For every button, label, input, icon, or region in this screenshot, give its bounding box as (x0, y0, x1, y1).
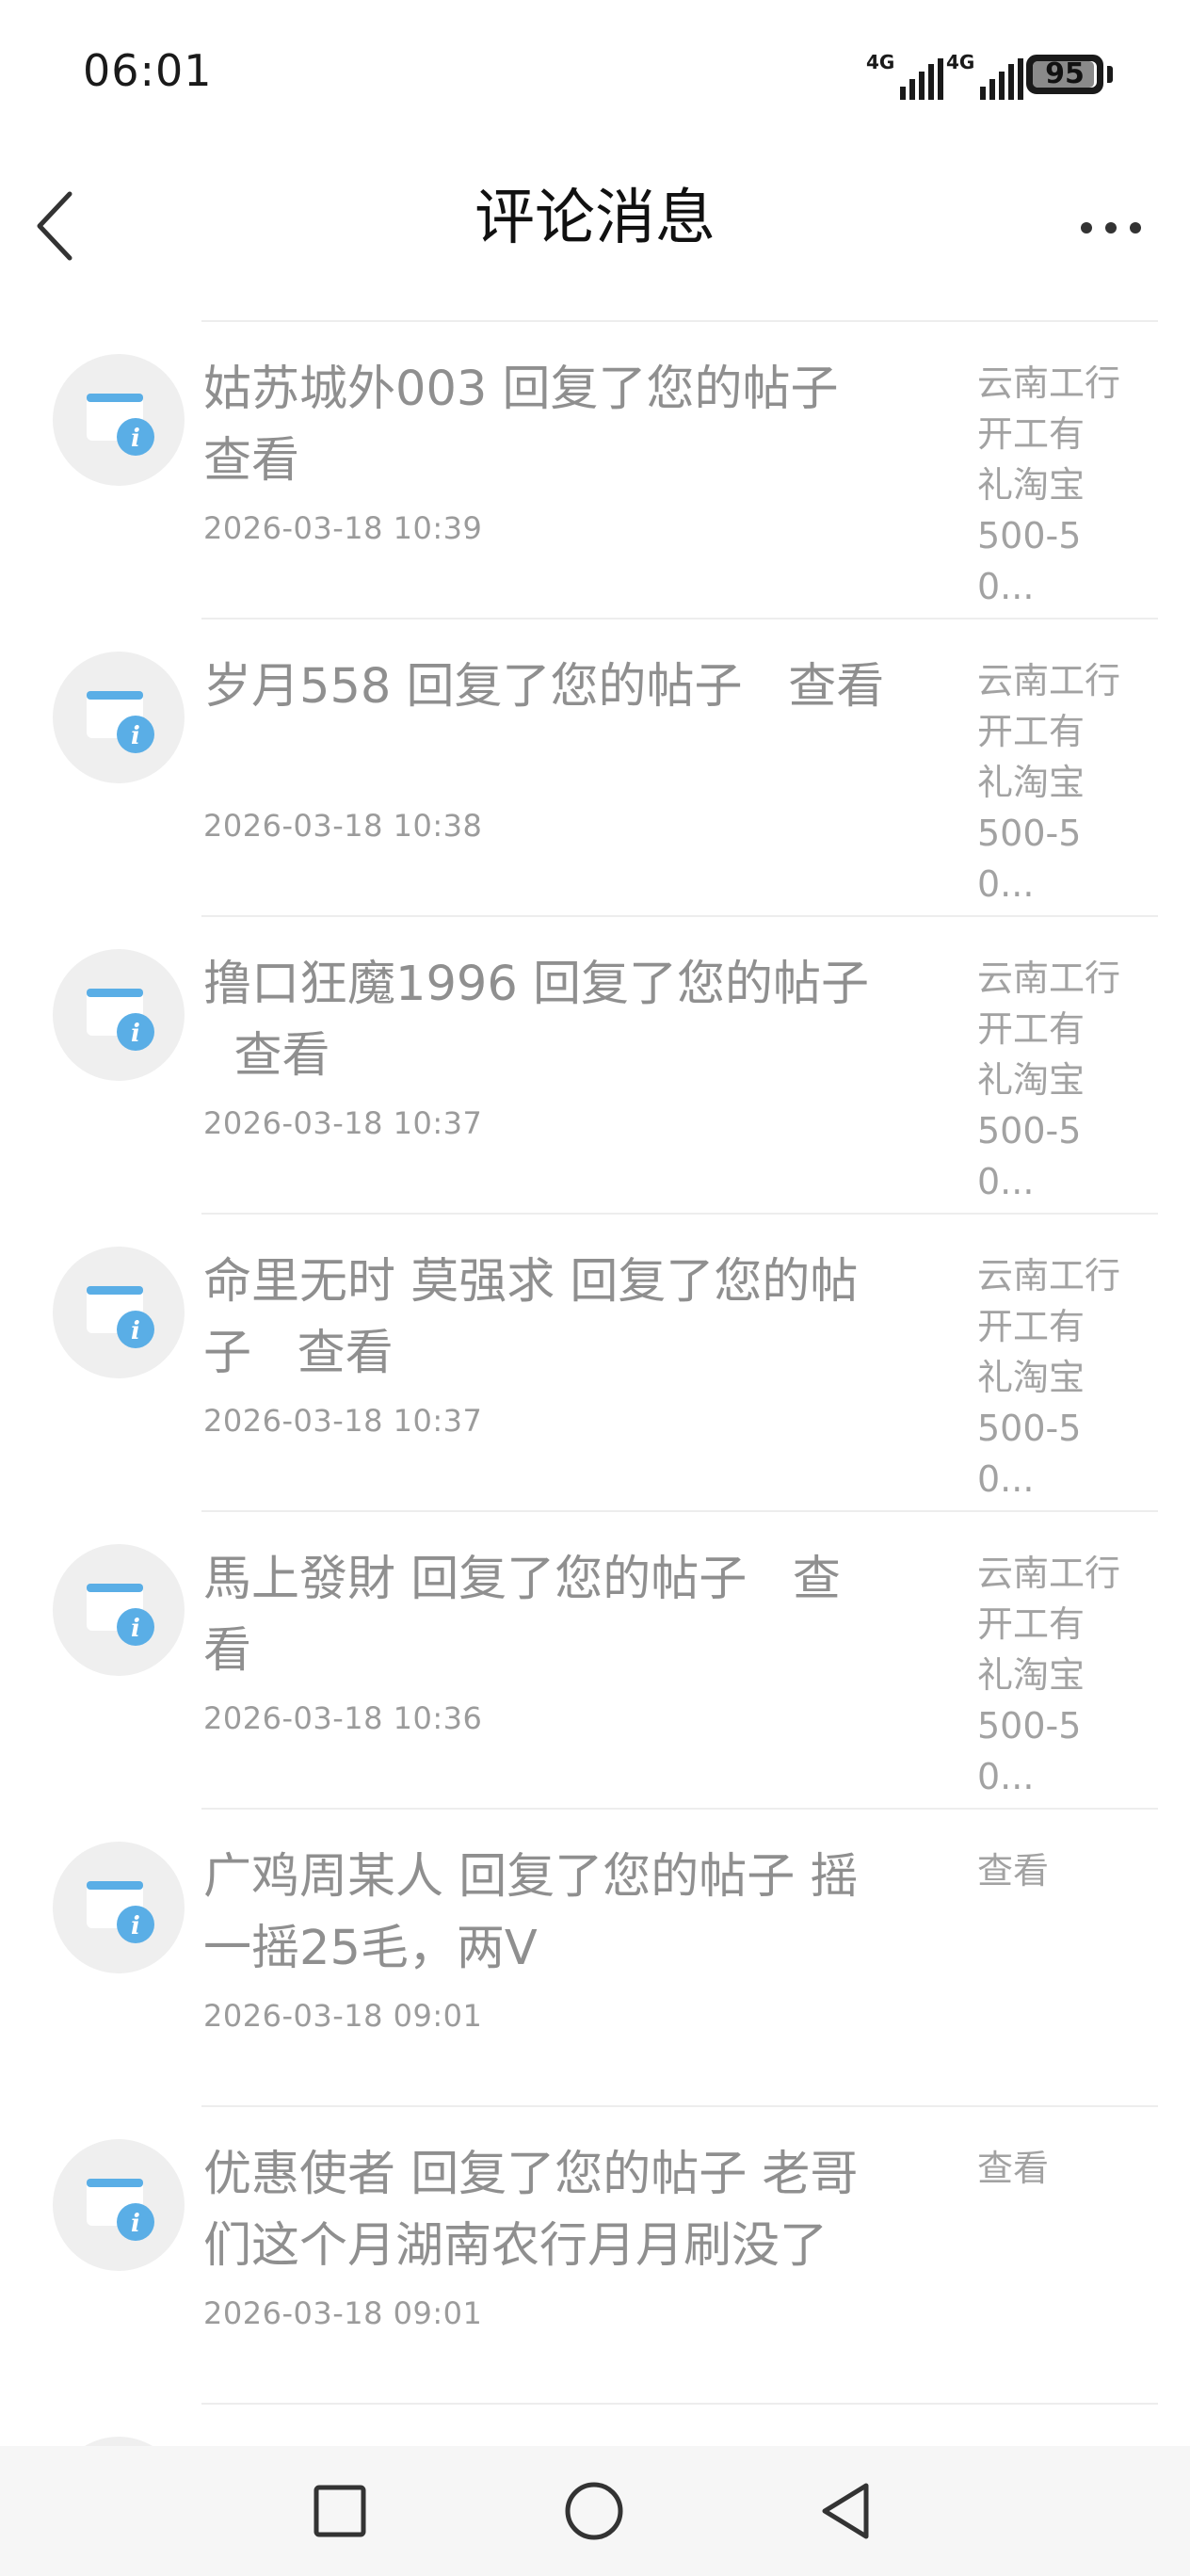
status-time: 06:01 (83, 45, 213, 96)
header: 评论消息 (0, 151, 1190, 320)
list-item[interactable]: i 岁月558 回复了您的帖子 查看 2026-03-18 10:38 云南工行… (0, 618, 1190, 915)
notification-info-icon: i (87, 1881, 154, 1943)
avatar: i (53, 949, 185, 1081)
notification-info-icon: i (87, 989, 154, 1051)
message-text: 广鸡周某人 回复了您的帖子 摇 一摇25毛，两V (203, 1849, 859, 1976)
divider (201, 915, 1158, 917)
message-time: 2026-03-18 09:01 (203, 2295, 483, 2331)
list-item[interactable]: i 馬上發財 回复了您的帖子 查 看 2026-03-18 10:36 云南工行… (0, 1510, 1190, 1808)
message-text: 撸口狂魔1996 回复了您的帖子 查看 (203, 957, 870, 1084)
notification-info-icon: i (87, 1286, 154, 1348)
notification-info-icon: i (87, 691, 154, 753)
home-button[interactable] (552, 2469, 636, 2553)
signal-bars-icon (980, 58, 1023, 100)
avatar: i (53, 354, 185, 486)
post-preview[interactable]: 云南工行 开工有 礼淘宝 500-50... (977, 953, 1137, 1207)
svg-text:i: i (131, 1317, 140, 1345)
list-item[interactable]: i 姑苏城外003 回复了您的帖子 查看 2026-03-18 10:39 云南… (0, 320, 1190, 618)
list-item[interactable]: i 命里无时 莫强求 回复了您的帖 子 查看 2026-03-18 10:37 … (0, 1213, 1190, 1510)
signal-bars-icon (900, 58, 943, 100)
view-link[interactable]: 查看 (977, 2143, 1137, 2194)
svg-text:i: i (131, 1615, 140, 1643)
battery-icon: 95 (1026, 55, 1103, 94)
divider (201, 2403, 1158, 2405)
post-preview[interactable]: 云南工行 开工有 礼淘宝 500-50... (977, 358, 1137, 612)
avatar: i (53, 1247, 185, 1378)
svg-text:i: i (131, 1912, 140, 1940)
list-item[interactable]: i 撸口狂魔1996 回复了您的帖子 查看 2026-03-18 10:37 云… (0, 915, 1190, 1213)
battery-cap (1107, 66, 1113, 83)
system-navigation-bar (0, 2446, 1190, 2576)
cellular-signal-icon: 4G (866, 51, 943, 100)
avatar: i (53, 652, 185, 783)
view-link[interactable]: 查看 (977, 1845, 1137, 1896)
message-time: 2026-03-18 09:01 (203, 1998, 483, 2034)
message-time: 2026-03-18 10:36 (203, 1700, 483, 1736)
system-back-button[interactable] (806, 2469, 891, 2553)
divider (201, 1510, 1158, 1512)
message-text: 优惠使者 回复了您的帖子 老哥 们这个月湖南农行月月刷没了 (203, 2147, 859, 2274)
message-text: 命里无时 莫强求 回复了您的帖 子 查看 (203, 1254, 859, 1381)
more-button[interactable] (1064, 169, 1158, 264)
more-dots-icon (1081, 222, 1141, 233)
cellular-signal-icon: 4G (946, 51, 1023, 100)
divider (201, 1213, 1158, 1215)
notification-info-icon: i (87, 394, 154, 456)
list-item-partial (0, 2403, 1190, 2450)
network-type-label: 4G (946, 51, 975, 73)
post-preview[interactable]: 云南工行 开工有 礼淘宝 500-50... (977, 1250, 1137, 1505)
post-preview[interactable]: 云南工行 开工有 礼淘宝 500-50... (977, 1548, 1137, 1802)
notification-info-icon: i (87, 1584, 154, 1646)
message-text: 馬上發財 回复了您的帖子 查 看 (203, 1552, 841, 1679)
message-text: 姑苏城外003 回复了您的帖子 查看 (203, 362, 839, 489)
avatar: i (53, 1544, 185, 1676)
message-time: 2026-03-18 10:37 (203, 1105, 483, 1141)
network-type-label: 4G (866, 51, 895, 73)
list-item[interactable]: i 广鸡周某人 回复了您的帖子 摇 一摇25毛，两V 2026-03-18 09… (0, 1808, 1190, 2105)
svg-text:i: i (131, 2210, 140, 2238)
triangle-back-icon (822, 2483, 869, 2539)
message-time: 2026-03-18 10:37 (203, 1403, 483, 1439)
divider (201, 2105, 1158, 2107)
post-preview[interactable]: 云南工行 开工有 礼淘宝 500-50... (977, 655, 1137, 910)
avatar: i (53, 1842, 185, 1973)
divider (201, 320, 1158, 322)
svg-text:i: i (131, 722, 140, 750)
battery-percent: 95 (1045, 57, 1085, 90)
page-title: 评论消息 (474, 184, 716, 253)
circle-icon (565, 2482, 623, 2540)
message-text: 岁月558 回复了您的帖子 查看 (203, 659, 885, 715)
svg-text:i: i (131, 425, 140, 453)
square-icon (314, 2485, 366, 2537)
status-bar: 06:01 4G 4G 95 (0, 0, 1190, 151)
divider (201, 1808, 1158, 1810)
message-time: 2026-03-18 10:38 (203, 808, 483, 844)
avatar: i (53, 2139, 185, 2271)
message-time: 2026-03-18 10:39 (203, 510, 483, 546)
message-list: i 姑苏城外003 回复了您的帖子 查看 2026-03-18 10:39 云南… (0, 320, 1190, 2403)
divider (201, 618, 1158, 620)
svg-text:i: i (131, 1020, 140, 1048)
list-item[interactable]: i 优惠使者 回复了您的帖子 老哥 们这个月湖南农行月月刷没了 2026-03-… (0, 2105, 1190, 2403)
recent-apps-button[interactable] (298, 2469, 382, 2553)
notification-info-icon: i (87, 2179, 154, 2241)
